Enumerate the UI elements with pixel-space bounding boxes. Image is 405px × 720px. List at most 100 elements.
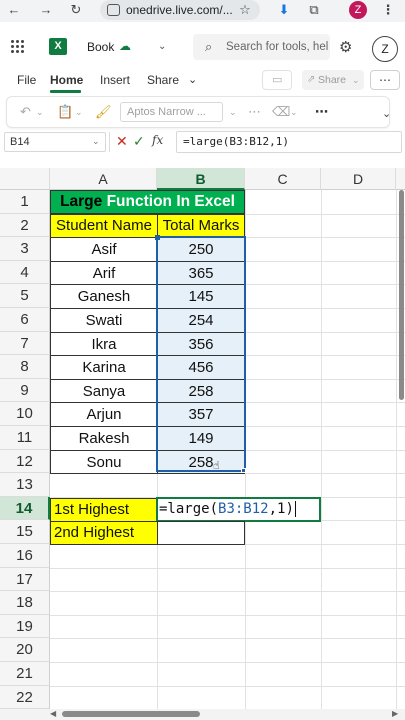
row-header-8[interactable]: 8 — [0, 355, 50, 379]
student-name-cell[interactable]: Ganesh — [50, 284, 158, 309]
column-header-b[interactable]: B — [157, 168, 245, 190]
row-header-17[interactable]: 17 — [0, 567, 50, 592]
document-title[interactable]: Book — [87, 40, 114, 54]
formula-input[interactable]: =large(B3:B12,1) — [176, 131, 402, 153]
total-marks-cell[interactable]: 356 — [157, 331, 245, 357]
share-button[interactable]: ⇗ Share ⌄ — [302, 70, 364, 90]
student-name-cell[interactable]: Sonu — [50, 449, 158, 475]
total-marks-cell[interactable]: 357 — [157, 402, 245, 427]
scroll-left-icon[interactable]: ◀ — [50, 709, 56, 718]
column-header-c[interactable]: C — [245, 168, 321, 190]
download-icon[interactable]: ⬇ — [276, 2, 292, 18]
row-header-5[interactable]: 5 — [0, 284, 50, 308]
clear-format-icon[interactable]: ⌫ — [272, 104, 290, 120]
total-marks-cell[interactable]: 258 — [157, 378, 245, 404]
tab-file[interactable]: File — [17, 73, 36, 87]
row-header-6[interactable]: 6 — [0, 308, 50, 332]
name-box[interactable]: B14 — [4, 132, 106, 152]
total-marks-cell[interactable]: 250 — [157, 237, 245, 262]
name-box-chevron-icon[interactable]: ⌄ — [92, 136, 100, 147]
spreadsheet-grid[interactable]: A B C D 1 2 3 4 5 6 7 8 9 10 11 12 13 14 15 16 17 18 19 20 2… — [0, 168, 405, 713]
horizontal-scrollbar[interactable] — [62, 711, 200, 717]
row-header-19[interactable]: 19 — [0, 614, 50, 639]
fill-handle[interactable] — [241, 468, 246, 473]
row-header-10[interactable]: 10 — [0, 402, 50, 426]
site-info-icon[interactable] — [107, 4, 120, 16]
label-second-highest[interactable]: 2nd Highest — [50, 521, 158, 545]
student-name-cell[interactable]: Ikra — [50, 331, 158, 357]
column-header-a[interactable]: A — [50, 168, 157, 190]
search-input[interactable]: ⌕ Search for tools, hel — [193, 34, 330, 60]
user-avatar[interactable]: Z — [372, 36, 398, 62]
extensions-icon[interactable]: ⧉ — [306, 2, 322, 18]
student-name-cell[interactable]: Rakesh — [50, 426, 158, 451]
undo-chevron-icon[interactable]: ⌄ — [36, 107, 44, 118]
more-options-button[interactable]: ⋯ — [370, 70, 400, 90]
font-chevron-icon[interactable]: ⌄ — [229, 107, 237, 118]
scroll-right-icon[interactable]: ▶ — [392, 709, 398, 718]
title-cell[interactable]: Large Function In Excel — [50, 190, 245, 214]
editing-cell-b14[interactable]: =large(B3:B12,1) — [156, 497, 321, 522]
title-chevron-down-icon[interactable]: ⌄ — [158, 41, 166, 52]
tabs-chevron-down-icon[interactable]: ⌄ — [188, 73, 197, 86]
row-header-11[interactable]: 11 — [0, 426, 50, 450]
format-painter-icon[interactable]: 🖌 — [95, 104, 112, 120]
column-header-e[interactable] — [396, 168, 405, 190]
address-bar[interactable]: onedrive.live.com/... — [100, 0, 260, 20]
total-marks-cell[interactable]: 456 — [157, 355, 245, 380]
row-header-3[interactable]: 3 — [0, 237, 50, 261]
forward-icon[interactable]: → — [38, 2, 54, 18]
student-name-cell[interactable]: Karina — [50, 355, 158, 380]
row-header-20[interactable]: 20 — [0, 638, 50, 662]
student-name-cell[interactable]: Sanya — [50, 378, 158, 404]
paste-chevron-icon[interactable]: ⌄ — [75, 107, 83, 118]
row-header-14[interactable]: 14 — [0, 496, 50, 521]
insert-function-icon[interactable]: fx — [152, 133, 163, 147]
row-header-7[interactable]: 7 — [0, 331, 50, 356]
total-marks-cell[interactable]: 254 — [157, 308, 245, 333]
header-total-marks[interactable]: Total Marks — [157, 214, 245, 238]
app-launcher-icon[interactable] — [11, 40, 25, 54]
vertical-scrollbar[interactable] — [399, 190, 404, 400]
student-name-cell[interactable]: Arjun — [50, 402, 158, 427]
reload-icon[interactable]: ↻ — [68, 2, 84, 18]
enter-check-icon[interactable]: ✓ — [133, 133, 145, 150]
browser-profile-avatar[interactable]: Z — [349, 1, 367, 19]
comments-button[interactable]: ▭ — [262, 70, 292, 90]
row-header-18[interactable]: 18 — [0, 591, 50, 615]
font-name-select[interactable]: Aptos Narrow ... — [120, 102, 223, 122]
student-name-cell[interactable]: Arif — [50, 260, 158, 286]
horizontal-scrollbar-track[interactable] — [0, 709, 405, 720]
bookmark-star-icon[interactable]: ☆ — [237, 2, 253, 18]
row-header-13[interactable]: 13 — [0, 473, 50, 497]
toolbar-expand-chevron-icon[interactable]: ⌄ — [382, 107, 391, 120]
cancel-icon[interactable]: ✕ — [116, 133, 128, 150]
row-header-15[interactable]: 15 — [0, 520, 50, 544]
total-marks-cell[interactable]: 365 — [157, 260, 245, 286]
column-header-d[interactable]: D — [321, 168, 396, 190]
row-header-4[interactable]: 4 — [0, 260, 50, 285]
row-header-16[interactable]: 16 — [0, 544, 50, 568]
label-first-highest[interactable]: 1st Highest — [50, 498, 158, 522]
clear-chevron-icon[interactable]: ⌄ — [290, 107, 298, 118]
browser-menu-icon[interactable]: ⋮ — [380, 2, 396, 18]
undo-icon[interactable]: ↶ — [20, 104, 31, 120]
total-marks-cell[interactable]: 149 — [157, 426, 245, 451]
paste-icon[interactable]: 📋 — [57, 104, 73, 120]
row-header-9[interactable]: 9 — [0, 378, 50, 403]
font-size-icon[interactable]: ⋯ — [248, 104, 261, 120]
row-header-2[interactable]: 2 — [0, 213, 50, 238]
row-header-1[interactable]: 1 — [0, 190, 50, 214]
selection-handle-top[interactable] — [155, 235, 160, 240]
row-header-22[interactable]: 22 — [0, 685, 50, 710]
tab-home[interactable]: Home — [50, 73, 83, 87]
back-icon[interactable]: ← — [6, 2, 22, 18]
row-header-12[interactable]: 12 — [0, 449, 50, 474]
toolbar-more-icon[interactable]: ⋯ — [315, 104, 328, 120]
student-name-cell[interactable]: Swati — [50, 308, 158, 333]
select-all-corner[interactable] — [0, 168, 50, 190]
header-student-name[interactable]: Student Name — [50, 214, 158, 238]
tab-share[interactable]: Share — [147, 73, 179, 87]
tab-insert[interactable]: Insert — [100, 73, 130, 87]
settings-gear-icon[interactable]: ⚙ — [339, 38, 352, 56]
